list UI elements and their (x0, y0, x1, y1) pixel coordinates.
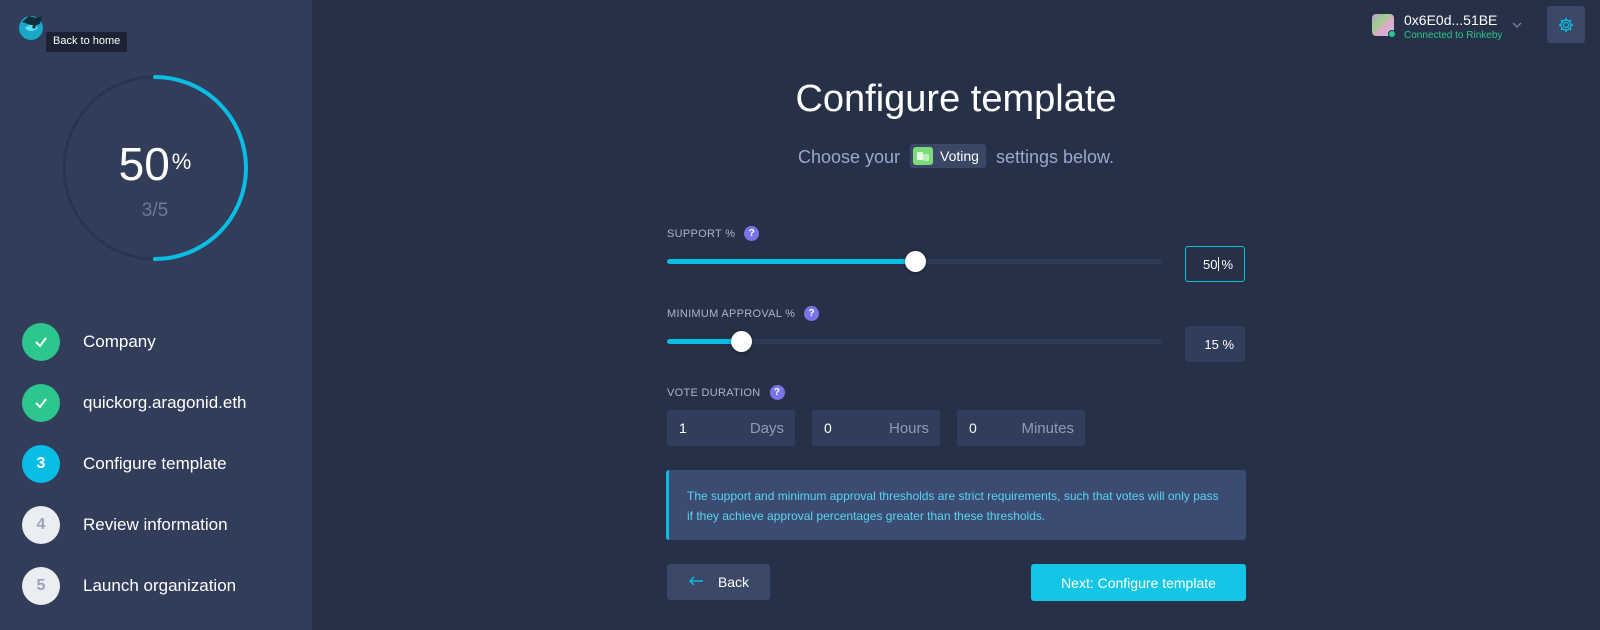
back-to-home-tooltip: Back to home (46, 32, 128, 52)
support-slider[interactable] (667, 251, 1162, 272)
step-label: Configure template (83, 454, 227, 473)
next-button[interactable]: Next: Configure template (1031, 564, 1246, 601)
step-configure-template[interactable]: 3 Configure template (22, 445, 247, 483)
support-input[interactable]: 50% (1185, 246, 1245, 282)
vote-duration-label: VOTE DURATION? (667, 385, 785, 400)
hours-input[interactable]: 0 Hours (812, 410, 940, 446)
app-name: Voting (940, 148, 979, 164)
step-label: Company (83, 332, 156, 351)
slider-handle[interactable] (904, 251, 926, 272)
account-address: 0x6E0d...51BE (1404, 12, 1498, 28)
steps-list: Company quickorg.aragonid.eth 3 Configur… (22, 323, 247, 628)
arrow-left-icon (688, 573, 704, 591)
help-icon[interactable]: ? (769, 385, 785, 400)
step-label: Launch organization (83, 576, 237, 595)
check-icon (22, 323, 60, 361)
page-subtitle: Choose your Voting settings below. (312, 144, 1600, 170)
settings-button[interactable] (1547, 6, 1585, 43)
page-title: Configure template (795, 78, 1117, 120)
step-number: 3 (22, 445, 60, 483)
step-label: quickorg.aragonid.eth (83, 393, 247, 412)
sidebar: Back to home 50% 3/5 Company quickorg.ar… (0, 0, 312, 630)
chevron-down-icon (1512, 18, 1522, 32)
subtitle-text: settings below. (995, 146, 1115, 167)
min-approval-label: MINIMUM APPROVAL %? (667, 306, 820, 321)
minutes-input[interactable]: 0 Minutes (957, 410, 1085, 446)
step-number: 5 (22, 567, 60, 605)
step-domain[interactable]: quickorg.aragonid.eth (22, 384, 247, 422)
help-icon[interactable]: ? (744, 226, 760, 241)
days-input[interactable]: 1 Days (667, 410, 795, 446)
step-review-information[interactable]: 4 Review information (22, 506, 247, 544)
min-approval-input[interactable]: 15 % (1185, 326, 1245, 362)
step-label: Review information (83, 515, 228, 534)
aragon-logo-icon[interactable] (16, 12, 46, 42)
check-icon (22, 384, 60, 422)
step-company[interactable]: Company (22, 323, 247, 361)
step-launch-organization[interactable]: 5 Launch organization (22, 567, 247, 605)
info-box: The support and minimum approval thresho… (666, 470, 1246, 540)
voting-app-icon (913, 147, 934, 165)
account-selector[interactable]: 0x6E0d...51BE Connected to Rinkeby (1372, 12, 1527, 42)
support-label: SUPPORT %? (667, 226, 760, 241)
connection-status-dot (1388, 30, 1396, 38)
gear-icon (1558, 17, 1574, 32)
slider-handle[interactable] (731, 331, 753, 352)
progress-step-count: 3/5 (141, 200, 169, 221)
help-icon[interactable]: ? (804, 306, 820, 321)
step-number: 4 (22, 506, 60, 544)
slider-fill (667, 339, 742, 344)
subtitle-text: Choose your (797, 146, 901, 167)
slider-fill (667, 259, 915, 264)
account-network: Connected to Rinkeby (1404, 30, 1503, 41)
min-approval-slider[interactable] (667, 331, 1162, 352)
progress-percent: 50% (118, 138, 192, 190)
back-button[interactable]: Back (667, 564, 770, 600)
app-badge: Voting (910, 144, 986, 168)
